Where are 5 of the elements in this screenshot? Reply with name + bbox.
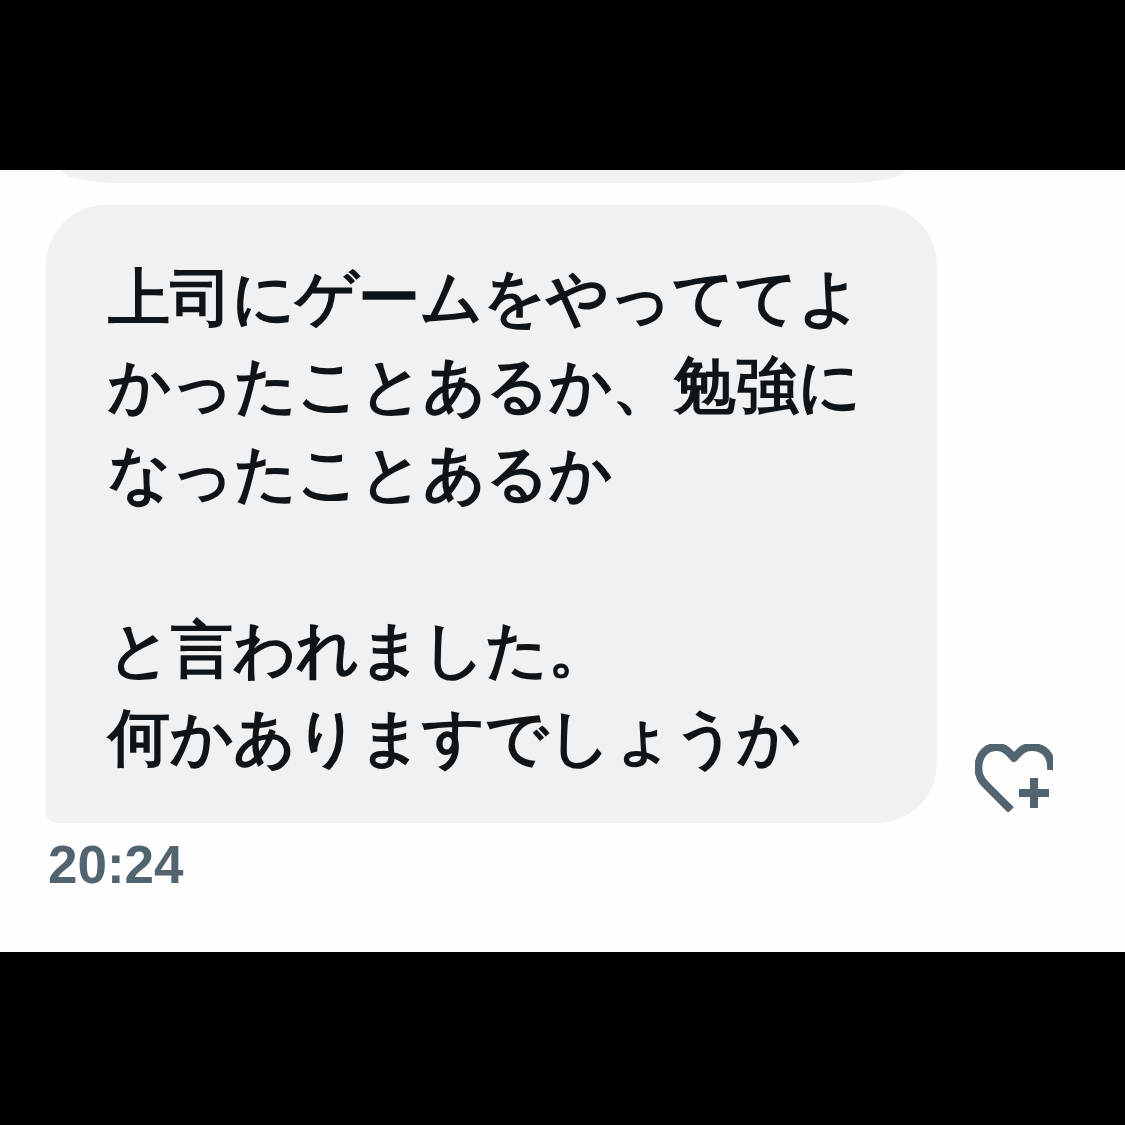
message-time: 20:24 <box>48 835 184 894</box>
message-text: 上司にゲームをやっててよかったことあるか、勉強になったことあるか <box>108 262 862 510</box>
heart-plus-icon[interactable] <box>975 744 1053 812</box>
message-text: 何かありますでしょうか <box>108 702 801 774</box>
message-text: と言われました。 <box>108 614 611 686</box>
